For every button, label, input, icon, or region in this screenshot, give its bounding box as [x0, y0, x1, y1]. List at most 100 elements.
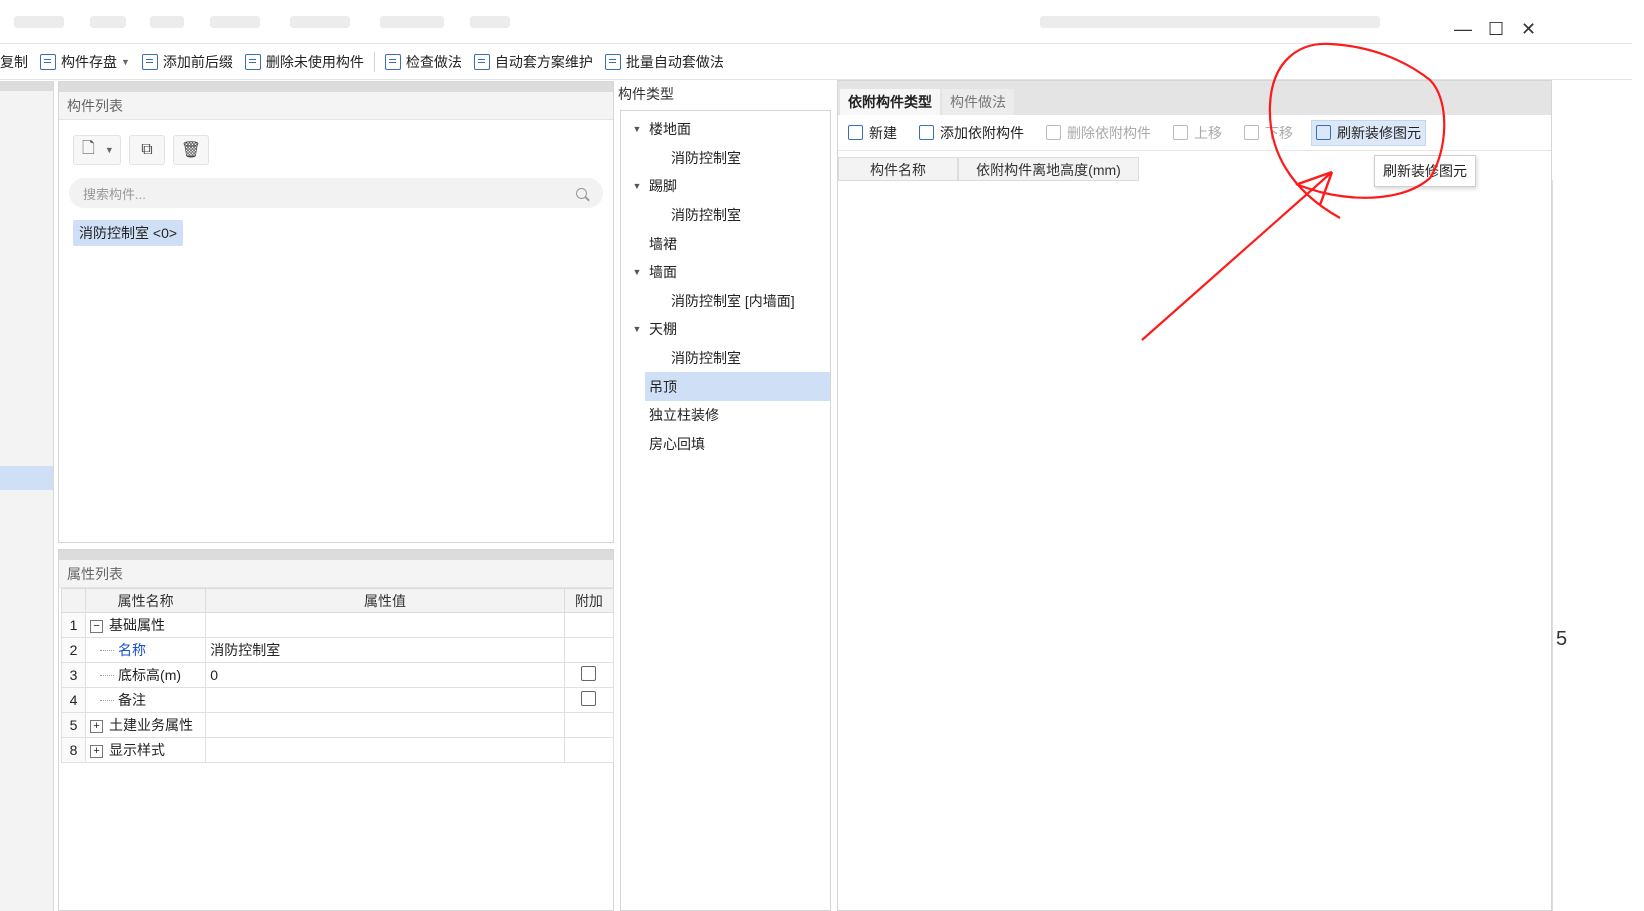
search-icon[interactable]: [576, 187, 587, 199]
chevron-down-icon[interactable]: ▼: [625, 324, 649, 334]
tree-node-floor-child[interactable]: 消防控制室: [621, 144, 830, 173]
left-nav-header: [0, 81, 53, 91]
check-method-button[interactable]: 检查做法: [379, 47, 468, 77]
toolbar-divider: [373, 51, 375, 72]
column-header-value: 属性值: [205, 588, 565, 613]
component-type-tree: ▼ 楼地面 消防控制室 ▼ 踢脚 消防控制室 墙裙 ▼ 墙面 消防控制室 [内墙面] …: [620, 110, 831, 911]
tree-node-skirting-child[interactable]: 消防控制室: [621, 201, 830, 230]
expand-icon[interactable]: +: [90, 719, 104, 733]
copy-component-button[interactable]: ⧉: [129, 135, 165, 165]
menu-item-blurred[interactable]: [14, 16, 64, 28]
table-row[interactable]: 3 底标高(m) 0: [60, 662, 615, 688]
minimize-icon[interactable]: —: [1454, 20, 1472, 38]
menu-item-blurred[interactable]: [380, 16, 444, 28]
left-nav-strip: [0, 81, 54, 911]
title-bar: — ☐ ✕: [0, 0, 1632, 44]
check-list-icon: [384, 53, 401, 70]
refresh-icon: [1316, 125, 1331, 140]
move-up-button[interactable]: 上移: [1169, 120, 1226, 146]
close-icon[interactable]: ✕: [1521, 20, 1536, 38]
extra-checkbox[interactable]: [581, 666, 597, 681]
property-value[interactable]: 0: [205, 662, 565, 688]
chevron-down-icon[interactable]: ▼: [625, 124, 649, 134]
tree-node-wall-surface-child[interactable]: 消防控制室 [内墙面]: [621, 287, 830, 316]
table-row[interactable]: 8 + 显示样式: [60, 737, 615, 763]
table-row[interactable]: 1 − 基础属性: [60, 612, 615, 638]
collapse-icon[interactable]: −: [90, 619, 104, 633]
canvas-edge: [1552, 180, 1568, 911]
property-value[interactable]: 消防控制室: [205, 637, 565, 663]
move-down-button[interactable]: 下移: [1240, 120, 1297, 146]
refresh-tooltip: 刷新装修图元: [1374, 155, 1476, 187]
add-attached-button[interactable]: 添加依附构件: [915, 120, 1028, 146]
table-row[interactable]: 4 备注: [60, 687, 615, 713]
trash-icon: 🗑: [180, 142, 202, 159]
auto-scheme-maintain-button[interactable]: 自动套方案维护: [468, 47, 599, 77]
menu-item-blurred[interactable]: [210, 16, 260, 28]
menu-item-blurred[interactable]: [470, 16, 510, 28]
menu-item-blurred[interactable]: [90, 16, 126, 28]
tree-node-ceiling[interactable]: ▼ 天棚: [621, 315, 830, 344]
scheme-icon: [473, 53, 490, 70]
property-list-title: 属性列表: [59, 560, 613, 588]
tree-node-backfill[interactable]: 房心回填: [621, 430, 830, 459]
tree-node-ceiling-child[interactable]: 消防控制室: [621, 344, 830, 373]
component-list-item[interactable]: 消防控制室 <0>: [73, 220, 184, 246]
left-nav-selected-item[interactable]: [0, 466, 53, 490]
delete-attached-icon: [1046, 125, 1061, 140]
chevron-down-icon[interactable]: ▼: [625, 181, 649, 191]
save-component-button[interactable]: 构件存盘 ▼: [34, 47, 136, 77]
column-header-component-name: 构件名称: [838, 157, 958, 181]
property-table: 属性名称 属性值 附加 1 − 基础属性 2 名称 消防控制室 3 底标高(m) …: [60, 588, 615, 763]
copy-button[interactable]: 复制: [0, 47, 34, 77]
chevron-down-icon[interactable]: ▼: [121, 57, 130, 67]
chevron-down-icon[interactable]: ▼: [105, 145, 114, 155]
tree-node-dado[interactable]: 墙裙: [621, 229, 830, 258]
chevron-down-icon[interactable]: ▼: [625, 267, 649, 277]
component-list-title: 构件列表: [59, 92, 613, 120]
tree-node-skirting[interactable]: ▼ 踢脚: [621, 172, 830, 201]
right-panel-toolbar: 新建 添加依附构件 删除依附构件 上移 下移 刷新装修图元: [838, 115, 1551, 151]
canvas-partial-text: 5: [1556, 628, 1568, 650]
add-prefix-suffix-button[interactable]: 添加前后缀: [136, 47, 239, 77]
new-button[interactable]: 新建: [844, 120, 901, 146]
maximize-icon[interactable]: ☐: [1488, 20, 1504, 38]
component-search-input[interactable]: 搜索构件...: [69, 178, 603, 208]
column-header-extra: 附加: [563, 588, 615, 613]
delete-unused-icon: [244, 53, 261, 70]
new-component-button[interactable]: 🗋 ▼: [73, 135, 121, 165]
refresh-decoration-button[interactable]: 刷新装修图元: [1311, 119, 1426, 146]
batch-auto-method-button[interactable]: 批量自动套做法: [599, 47, 730, 77]
property-table-header: 属性名称 属性值 附加: [60, 588, 615, 613]
extra-checkbox[interactable]: [581, 691, 597, 706]
add-attached-icon: [919, 125, 934, 140]
menu-item-blurred[interactable]: [150, 16, 184, 28]
tree-node-column-finish[interactable]: 独立柱装修: [621, 401, 830, 430]
table-row[interactable]: 2 名称 消防控制室: [60, 637, 615, 663]
delete-component-button[interactable]: 🗑: [173, 135, 209, 165]
property-name: 名称: [118, 642, 147, 658]
title-text-blurred: [1040, 16, 1380, 28]
menu-item-blurred[interactable]: [290, 16, 350, 28]
delete-attached-button[interactable]: 删除依附构件: [1042, 120, 1155, 146]
right-panel-tabs: 依附构件类型 构件做法: [838, 81, 1551, 115]
tab-attached-types[interactable]: 依附构件类型: [840, 89, 940, 115]
tree-node-wall-surface[interactable]: ▼ 墙面: [621, 258, 830, 287]
expand-icon[interactable]: +: [90, 744, 104, 758]
property-name: 备注: [118, 692, 147, 708]
prefix-suffix-icon: [141, 53, 158, 70]
row-number-header: [60, 588, 87, 613]
new-file-icon: 🗋: [82, 139, 95, 157]
property-name: 底标高(m): [118, 667, 182, 683]
property-value[interactable]: [205, 687, 565, 713]
delete-unused-button[interactable]: 删除未使用构件: [239, 47, 370, 77]
column-header-name: 属性名称: [85, 588, 207, 613]
arrow-up-icon: [1173, 125, 1188, 140]
table-row[interactable]: 5 + 土建业务属性: [60, 712, 615, 738]
component-type-title: 构件类型: [618, 86, 674, 102]
tree-node-suspended-ceiling[interactable]: 吊顶: [645, 372, 830, 401]
save-component-icon: [40, 53, 56, 70]
tree-node-floor[interactable]: ▼ 楼地面: [621, 115, 830, 144]
tab-component-method[interactable]: 构件做法: [942, 89, 1014, 115]
attached-component-panel: 依附构件类型 构件做法 新建 添加依附构件 删除依附构件 上移 下移 刷新装修图…: [837, 80, 1552, 911]
